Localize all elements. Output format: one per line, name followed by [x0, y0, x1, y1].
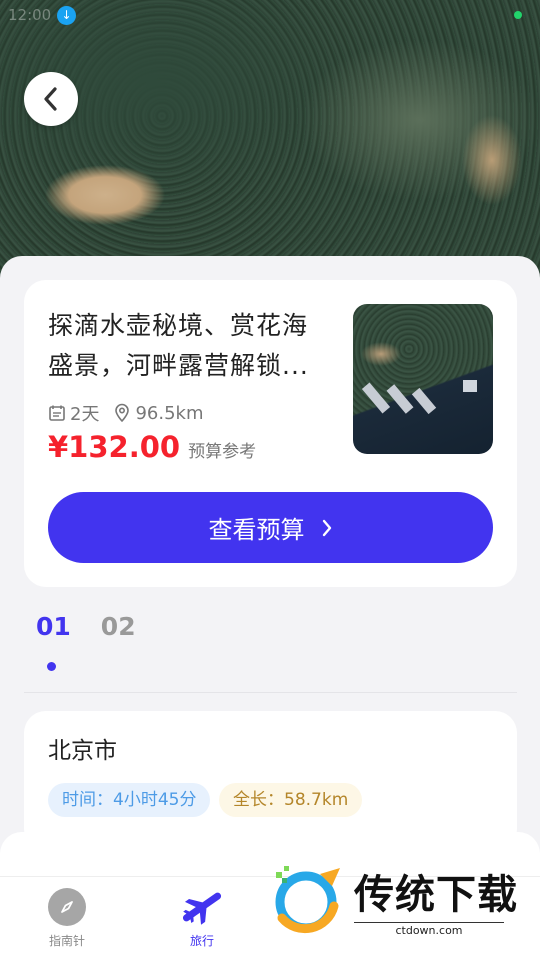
days-value: 2天: [70, 404, 100, 425]
view-budget-button[interactable]: 查看预算: [48, 492, 493, 563]
time-pill: 时间：4小时45分: [48, 783, 211, 817]
back-button[interactable]: [24, 72, 78, 126]
compass-icon: [48, 888, 86, 926]
watermark-url: ctdown.com: [354, 922, 504, 937]
download-icon: ↓: [57, 6, 76, 25]
price-row: ¥132.00 预算参考: [48, 430, 256, 464]
location-pin-icon: [115, 403, 130, 423]
price-value: ¥132.00: [48, 430, 181, 464]
calendar-icon: [49, 405, 65, 421]
route-title: 探滴水壶秘境、赏花海 盛景，河畔露营解锁...: [48, 306, 358, 386]
city-name: 北京市: [48, 738, 117, 764]
divider: [24, 692, 517, 693]
status-time: 12:00: [8, 6, 52, 24]
day-detail-card[interactable]: 北京市 时间：4小时45分 全长：58.7km: [24, 711, 517, 851]
tab-day-02[interactable]: 02: [101, 612, 136, 641]
distance-value: 96.5km: [135, 402, 204, 424]
active-tab-indicator: [47, 662, 56, 671]
plane-icon: [182, 892, 222, 925]
route-title-line1: 探滴水壶秘境、赏花海: [48, 311, 309, 340]
watermark-logo-icon: [275, 866, 340, 934]
days-item: 2天: [48, 400, 99, 426]
route-meta: 2天 96.5km: [48, 400, 218, 426]
route-title-line2: 盛景，河畔露营解锁...: [48, 351, 309, 380]
nav-label-compass: 指南针: [48, 934, 85, 948]
satellite-map: [0, 0, 540, 290]
nav-label-travel: 旅行: [189, 934, 214, 948]
chevron-right-icon: [321, 518, 333, 538]
nav-item-travel[interactable]: 旅行: [162, 888, 242, 949]
watermark-text: 传统下载: [354, 872, 518, 918]
nav-item-compass[interactable]: 指南针: [27, 888, 107, 949]
status-dot-icon: [514, 11, 522, 19]
route-thumbnail: [353, 304, 493, 454]
day-tabs: 01 02: [36, 612, 166, 641]
chevron-left-icon: [44, 87, 57, 111]
distance-item: 96.5km: [113, 402, 204, 424]
price-note: 预算参考: [188, 442, 257, 462]
route-card[interactable]: 探滴水壶秘境、赏花海 盛景，河畔露营解锁... 2天 96.5km ¥132.0…: [24, 280, 517, 587]
watermark: 传统下载 ctdown.com: [268, 860, 518, 940]
view-budget-label: 查看预算: [208, 516, 305, 544]
length-pill: 全长：58.7km: [219, 783, 363, 817]
status-bar: 12:00 ↓: [0, 0, 540, 30]
tab-day-01[interactable]: 01: [36, 612, 71, 641]
